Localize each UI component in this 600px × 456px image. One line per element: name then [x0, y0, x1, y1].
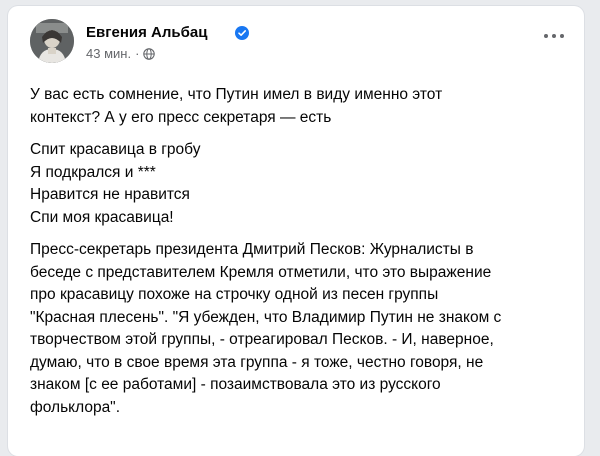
more-options-icon[interactable] — [542, 32, 566, 40]
post-quote-paragraph: Пресс-секретарь президента Дмитрий Песко… — [30, 239, 578, 419]
post-intro-paragraph: У вас есть сомнение, что Путин имел в ви… — [30, 84, 578, 129]
globe-icon[interactable] — [143, 48, 156, 60]
post-card: Евгения Альбац 43 мин. · У вас есть сомн… — [8, 6, 584, 456]
post-meta: 43 мин. · — [86, 46, 156, 62]
text-line: беседе с представителем Кремля отметили,… — [30, 263, 492, 281]
avatar-photo-icon — [30, 19, 74, 63]
author-name[interactable]: Евгения Альбац — [86, 24, 207, 42]
text-line: контекст? А у его пресс секретаря — есть — [30, 108, 332, 126]
text-line: фольклора". — [30, 398, 120, 416]
text-line: Спи моя красавица! — [30, 208, 174, 226]
text-line: У вас есть сомнение, что Путин имел в ви… — [30, 86, 443, 103]
text-line: творчеством этой группы, - отреагировал … — [30, 331, 494, 348]
text-line: думаю, что в свое время эта группа - я т… — [30, 353, 484, 371]
meta-separator: · — [135, 46, 140, 61]
text-line: знаком [с ее работами] - позаимствовала … — [30, 376, 441, 393]
text-line: Я подкрался и *** — [30, 163, 156, 181]
post-verse-paragraph: Спит красавица в гробу Я подкрался и ***… — [30, 139, 578, 229]
post-body: У вас есть сомнение, что Путин имел в ви… — [30, 84, 578, 429]
text-line: "Красная плесень". "Я убежден, что Влади… — [30, 308, 502, 326]
text-line: Пресс-секретарь президента Дмитрий Песко… — [30, 241, 474, 258]
author-avatar[interactable] — [30, 19, 74, 63]
post-timestamp[interactable]: 43 мин. — [86, 46, 131, 62]
text-line: Нравится не нравится — [30, 186, 190, 203]
text-line: Спит красавица в гробу — [30, 141, 201, 158]
verified-badge-icon — [235, 26, 249, 40]
text-line: про красавицу похоже на строчку одной из… — [30, 286, 439, 303]
